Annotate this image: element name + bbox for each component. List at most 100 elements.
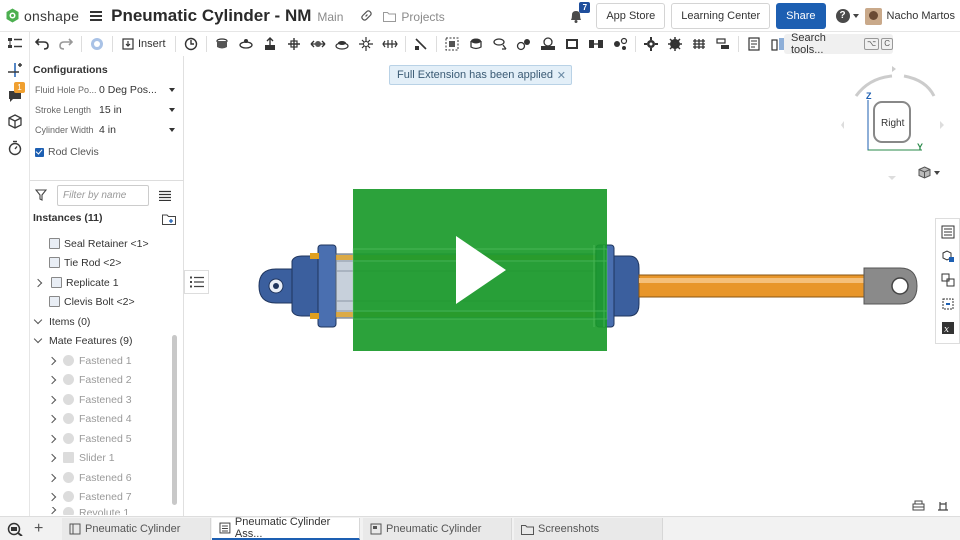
measure-icon[interactable] xyxy=(937,499,949,511)
tree-item-replicate[interactable]: Replicate 1 xyxy=(33,273,119,292)
user-name[interactable]: Nacho Martos xyxy=(887,10,955,22)
tree-item-seal-retainer[interactable]: Seal Retainer <1> xyxy=(49,234,149,253)
chevron-right-icon[interactable] xyxy=(33,278,43,287)
comments-rail-item[interactable]: 1 xyxy=(7,82,25,104)
gear-relation-button[interactable] xyxy=(513,33,535,55)
view-config-button[interactable] xyxy=(712,33,734,55)
chevron-right-icon[interactable] xyxy=(47,453,57,462)
linear-pattern-button[interactable] xyxy=(180,33,202,55)
mate-connector-button[interactable] xyxy=(489,33,511,55)
undo-button[interactable] xyxy=(31,33,53,55)
link-icon[interactable] xyxy=(360,9,373,22)
redo-button[interactable] xyxy=(55,33,77,55)
fastened-mate-button[interactable] xyxy=(211,33,233,55)
replicate-button[interactable] xyxy=(465,33,487,55)
linear-relation-button[interactable] xyxy=(585,33,607,55)
planar-mate-button[interactable] xyxy=(283,33,305,55)
chevron-down-icon[interactable] xyxy=(169,88,175,92)
tree-item-revolute-1[interactable]: Revolute 1 xyxy=(49,507,129,515)
feature-list-icon[interactable] xyxy=(7,36,23,52)
rod-clevis-checkbox[interactable] xyxy=(35,147,44,157)
stopwatch-icon[interactable] xyxy=(7,140,23,156)
tree-item-mate-features[interactable]: Mate Features (9) xyxy=(33,331,132,350)
tab-part-studio-1[interactable]: Pneumatic Cylinder xyxy=(62,518,211,540)
notifications-bell-icon[interactable]: 7 xyxy=(568,2,591,24)
cylindrical-mate-button[interactable] xyxy=(307,33,329,55)
mates-panel-icon[interactable] xyxy=(941,273,955,287)
named-positions-button[interactable] xyxy=(640,33,662,55)
chevron-right-icon[interactable] xyxy=(47,375,57,384)
explode-button[interactable] xyxy=(609,33,631,55)
chevron-down-icon[interactable] xyxy=(33,334,43,344)
properties-icon[interactable] xyxy=(941,225,955,239)
mate-connector-icon[interactable] xyxy=(7,62,23,78)
appearance-icon[interactable] xyxy=(941,249,955,263)
config-row-stroke-length[interactable]: Stroke Length 15 in xyxy=(35,101,180,119)
chevron-right-icon[interactable] xyxy=(47,434,57,443)
display-states-button[interactable] xyxy=(688,33,710,55)
screw-relation-button[interactable] xyxy=(561,33,583,55)
regenerate-button[interactable] xyxy=(86,33,108,55)
tree-item-fastened-6[interactable]: Fastened 6 xyxy=(47,468,132,487)
branch-name[interactable]: Main xyxy=(317,10,343,24)
chevron-right-icon[interactable] xyxy=(47,414,57,423)
filter-funnel-icon[interactable] xyxy=(35,189,47,201)
render-mode-dropdown[interactable] xyxy=(918,166,940,179)
tangent-mate-button[interactable] xyxy=(410,33,432,55)
parallel-mate-button[interactable] xyxy=(379,33,401,55)
pin-slot-mate-button[interactable] xyxy=(331,33,353,55)
tree-item-items-folder[interactable]: Items (0) xyxy=(33,312,90,331)
config-row-cylinder-width[interactable]: Cylinder Width 4 in xyxy=(35,121,180,139)
list-view-icon[interactable] xyxy=(159,190,171,201)
chevron-right-icon[interactable] xyxy=(47,473,57,482)
help-menu[interactable]: ? xyxy=(835,9,859,23)
tree-item-fastened-2[interactable]: Fastened 2 xyxy=(47,370,132,389)
app-store-button[interactable]: App Store xyxy=(596,3,666,29)
panel-scrollbar[interactable] xyxy=(172,335,177,505)
chevron-right-icon[interactable] xyxy=(49,507,57,515)
tree-item-fastened-3[interactable]: Fastened 3 xyxy=(47,390,132,409)
config-value-dropdown[interactable]: 0 Deg Pos... xyxy=(99,84,165,96)
config-value-dropdown[interactable]: 15 in xyxy=(99,104,165,116)
revolute-mate-button[interactable] xyxy=(235,33,257,55)
rack-pinion-button[interactable] xyxy=(537,33,559,55)
user-avatar[interactable] xyxy=(864,7,882,25)
tree-item-fastened-4[interactable]: Fastened 4 xyxy=(47,409,132,428)
configurations-panel-icon[interactable] xyxy=(941,297,955,311)
variables-icon[interactable]: x xyxy=(941,321,955,335)
tree-item-tie-rod[interactable]: Tie Rod <2> xyxy=(49,253,121,272)
parts-cube-icon[interactable] xyxy=(7,114,23,130)
rod-clevis-checkbox-row[interactable]: Rod Clevis xyxy=(35,146,99,158)
section-view-icon[interactable] xyxy=(912,500,925,511)
document-title[interactable]: Pneumatic Cylinder - NM xyxy=(111,6,311,26)
config-value-dropdown[interactable]: 4 in xyxy=(99,124,165,136)
group-button[interactable] xyxy=(441,33,463,55)
chevron-right-icon[interactable] xyxy=(47,395,57,404)
chevron-right-icon[interactable] xyxy=(47,492,57,501)
graphics-viewport[interactable]: Full Extension has been applied ✕ Right … xyxy=(184,56,948,516)
filter-by-name-input[interactable]: Filter by name xyxy=(57,184,149,206)
tab-drawing[interactable]: Pneumatic Cylinder xyxy=(363,518,512,540)
config-row-fluid-hole[interactable]: Fluid Hole Po... 0 Deg Pos... xyxy=(35,81,180,99)
chevron-down-icon[interactable] xyxy=(169,128,175,132)
projects-breadcrumb[interactable]: Projects xyxy=(383,10,445,24)
tree-item-fastened-7[interactable]: Fastened 7 xyxy=(47,487,132,506)
tab-screenshots-folder[interactable]: Screenshots xyxy=(514,518,663,540)
tab-manager-icon[interactable] xyxy=(7,522,23,536)
tree-item-clevis-bolt[interactable]: Clevis Bolt <2> xyxy=(49,292,135,311)
tree-item-slider-1[interactable]: Slider 1 xyxy=(47,448,115,467)
learning-center-button[interactable]: Learning Center xyxy=(671,3,771,29)
tab-assembly[interactable]: Pneumatic Cylinder Ass... xyxy=(212,516,360,540)
add-tab-button[interactable]: + xyxy=(34,521,43,537)
bill-of-materials-button[interactable] xyxy=(743,33,765,55)
ball-mate-button[interactable] xyxy=(355,33,377,55)
tree-item-fastened-1[interactable]: Fastened 1 xyxy=(47,351,132,370)
tree-item-fastened-5[interactable]: Fastened 5 xyxy=(47,429,132,448)
chevron-right-icon[interactable] xyxy=(47,356,57,365)
chevron-down-icon[interactable] xyxy=(169,108,175,112)
view-cube-face-label[interactable]: Right xyxy=(881,118,904,129)
new-folder-icon[interactable] xyxy=(162,213,176,225)
pneumatic-cylinder-model[interactable] xyxy=(184,56,935,516)
slider-mate-button[interactable] xyxy=(259,33,281,55)
main-menu-icon[interactable] xyxy=(90,10,103,21)
